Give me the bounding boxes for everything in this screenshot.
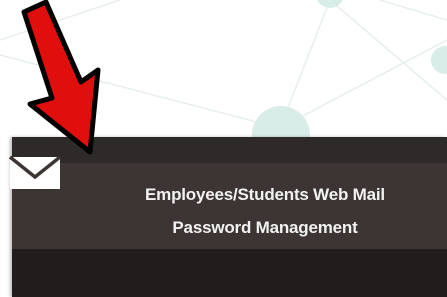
menu-item-label-line1: Employees/Students Web Mail: [145, 185, 385, 204]
menu-item-next: [12, 249, 447, 297]
menu-item-label-line2: Password Management: [172, 218, 358, 237]
red-arrow-icon: [21, 0, 101, 155]
menu-item-label[interactable]: Employees/Students Web Mail Password Man…: [95, 178, 435, 244]
page: Employees/Students Web Mail Password Man…: [0, 0, 447, 297]
